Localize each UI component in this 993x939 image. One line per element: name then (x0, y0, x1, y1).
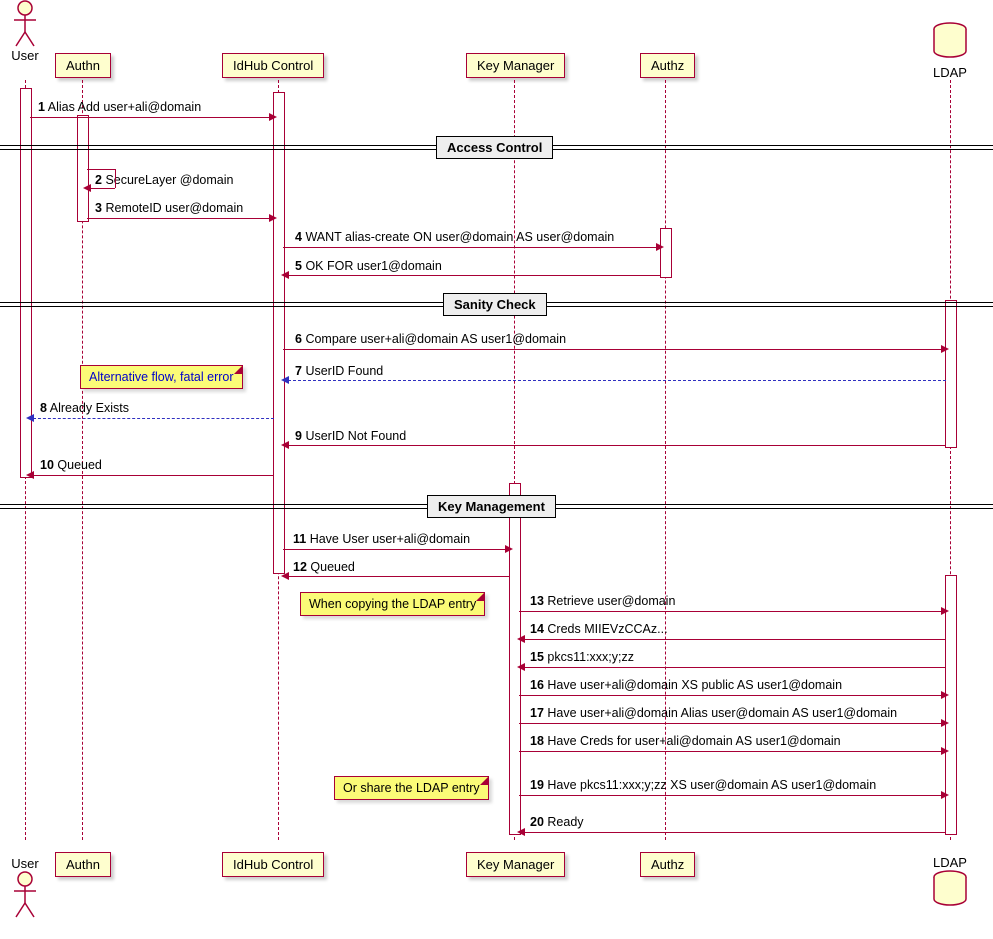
participant-idhub-top: IdHub Control (222, 53, 324, 78)
msg-19: 19 Have pkcs11:xxx;y;zz XS user@domain A… (530, 778, 876, 792)
database-icon (932, 870, 968, 910)
stickman-icon (10, 871, 40, 919)
actor-user-label-top: User (10, 48, 40, 63)
msg-3: 3 RemoteID user@domain (95, 201, 243, 215)
arrow-head-icon (281, 376, 289, 384)
note-altflow: Alternative flow, fatal error (80, 365, 243, 389)
msg-1: 1 Alias Add user+ali@domain (38, 100, 201, 114)
divider-keymgmt-box: Key Management (427, 495, 556, 518)
participant-authz-bottom: Authz (640, 852, 695, 877)
activation-ldap-1 (945, 300, 957, 448)
arrow-1 (30, 117, 270, 118)
stickman-icon (10, 0, 40, 48)
arrow-4 (283, 247, 657, 248)
arrow-8 (33, 418, 274, 419)
arrow-10 (33, 475, 274, 476)
msg-8: 8 Already Exists (40, 401, 129, 415)
participant-authn-bottom: Authn (55, 852, 111, 877)
msg-6: 6 Compare user+ali@domain AS user1@domai… (295, 332, 566, 346)
msg-7: 7 UserID Found (295, 364, 383, 378)
ldap-label-bottom: LDAP (932, 855, 968, 870)
actor-user-bottom: User (10, 856, 40, 919)
arrow-2a (87, 169, 115, 170)
note-copy: When copying the LDAP entry (300, 592, 485, 616)
arrow-head-icon (26, 471, 34, 479)
arrow-13 (519, 611, 942, 612)
participant-ldap-bottom: LDAP (932, 855, 968, 913)
participant-authn-top: Authn (55, 53, 111, 78)
lifeline-authz (665, 80, 666, 840)
arrow-head-icon (517, 663, 525, 671)
activation-idhub (273, 92, 285, 574)
msg-17: 17 Have user+ali@domain Alias user@domai… (530, 706, 897, 720)
arrow-head-icon (941, 719, 949, 727)
activation-keymgr (509, 483, 521, 835)
msg-4: 4 WANT alias-create ON user@domain AS us… (295, 230, 614, 244)
arrow-head-icon (941, 791, 949, 799)
actor-user-label-bottom: User (10, 856, 40, 871)
participant-ldap-top: LDAP (932, 22, 968, 80)
msg-10: 10 Queued (40, 458, 102, 472)
msg-12: 12 Queued (293, 560, 355, 574)
arrow-20 (524, 832, 946, 833)
arrow-15 (524, 667, 946, 668)
arrow-9 (288, 445, 946, 446)
msg-16: 16 Have user+ali@domain XS public AS use… (530, 678, 842, 692)
arrow-2c (90, 188, 115, 189)
arrow-head-icon (281, 572, 289, 580)
arrow-19 (519, 795, 942, 796)
msg-11: 11 Have User user+ali@domain (293, 532, 470, 546)
arrow-11 (283, 549, 506, 550)
note-share: Or share the LDAP entry (334, 776, 489, 800)
arrow-head-icon (505, 545, 513, 553)
arrow-6 (283, 349, 942, 350)
msg-14: 14 Creds MIIEVzCCAz... (530, 622, 668, 636)
arrow-7 (288, 380, 946, 381)
arrow-head-icon (517, 635, 525, 643)
ldap-label-top: LDAP (932, 65, 968, 80)
arrow-head-icon (517, 828, 525, 836)
msg-9: 9 UserID Not Found (295, 429, 406, 443)
arrow-12 (288, 576, 510, 577)
msg-20: 20 Ready (530, 815, 584, 829)
database-icon (932, 22, 968, 62)
arrow-head-icon (281, 271, 289, 279)
arrow-head-icon (281, 441, 289, 449)
arrow-3 (87, 218, 270, 219)
participant-keymgr-top: Key Manager (466, 53, 565, 78)
msg-15: 15 pkcs11:xxx;y;zz (530, 650, 634, 664)
arrow-14 (524, 639, 946, 640)
arrow-5 (288, 275, 661, 276)
msg-5: 5 OK FOR user1@domain (295, 259, 442, 273)
divider-access-box: Access Control (436, 136, 553, 159)
msg-18: 18 Have Creds for user+ali@domain AS use… (530, 734, 841, 748)
arrow-head-icon (941, 747, 949, 755)
arrow-head-icon (269, 214, 277, 222)
arrow-head-icon (941, 607, 949, 615)
arrow-16 (519, 695, 942, 696)
participant-authz-top: Authz (640, 53, 695, 78)
participant-keymgr-bottom: Key Manager (466, 852, 565, 877)
participant-idhub-bottom: IdHub Control (222, 852, 324, 877)
activation-authz (660, 228, 672, 278)
arrow-head-icon (269, 113, 277, 121)
arrow-2b (115, 169, 116, 188)
arrow-head-icon (26, 414, 34, 422)
divider-sanity-box: Sanity Check (443, 293, 547, 316)
msg-13: 13 Retrieve user@domain (530, 594, 675, 608)
arrow-head-icon (656, 243, 664, 251)
actor-user-top: User (10, 0, 40, 63)
arrow-head-icon (941, 345, 949, 353)
arrow-head-icon (83, 184, 91, 192)
arrow-17 (519, 723, 942, 724)
arrow-18 (519, 751, 942, 752)
arrow-head-icon (941, 691, 949, 699)
